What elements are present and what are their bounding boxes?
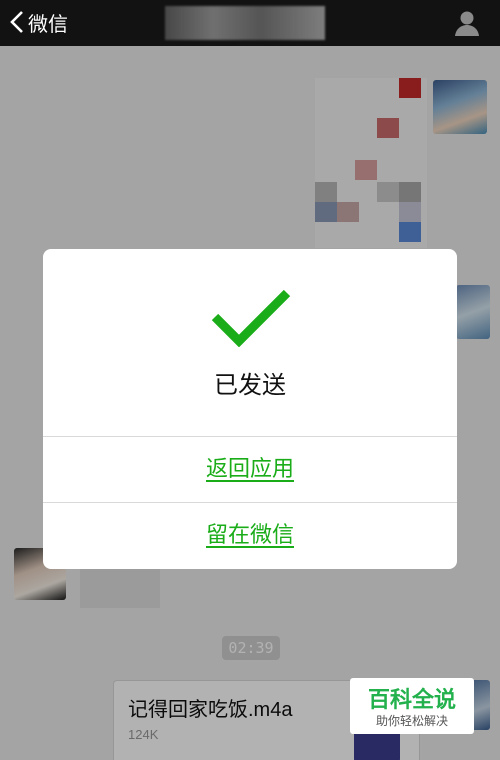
back-label: 微信 [28, 11, 68, 36]
checkmark-icon [211, 289, 291, 347]
back-button[interactable]: 微信 [10, 6, 68, 38]
chat-title-blurred [165, 6, 325, 40]
profile-button[interactable] [452, 8, 482, 38]
watermark-title: 百科全说 [367, 688, 456, 713]
sent-status-text: 已发送 [214, 371, 286, 399]
wechat-chat-screen: 微信 02:39 记得回家吃饭.m4a 124K 已发送 返回应用 留在微信 百… [0, 0, 500, 760]
chevron-left-icon [10, 11, 23, 33]
top-navbar: 微信 [0, 0, 500, 46]
stay-in-wechat-button[interactable]: 留在微信 [43, 503, 457, 569]
watermark-logo: 百科全说 助你轻松解决 [350, 678, 474, 734]
sent-confirmation-dialog: 已发送 返回应用 留在微信 [43, 249, 457, 569]
return-to-app-button[interactable]: 返回应用 [43, 437, 457, 503]
watermark-subtitle: 助你轻松解决 [375, 714, 448, 728]
person-icon [455, 11, 479, 36]
